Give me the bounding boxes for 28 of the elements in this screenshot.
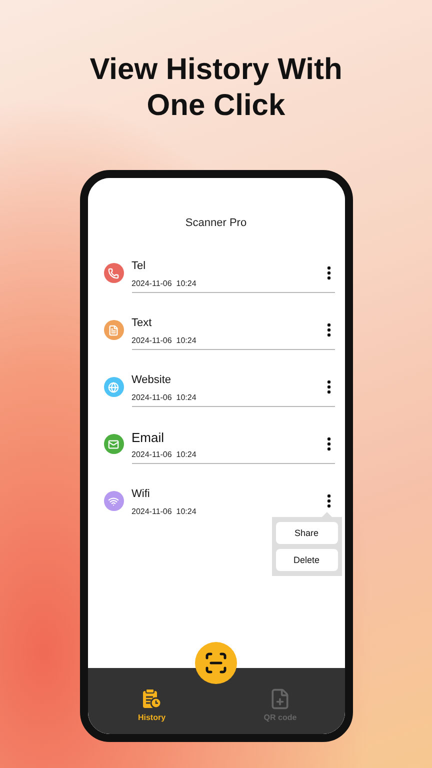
item-date: 2024-11-06 10:24 bbox=[132, 279, 196, 288]
item-title: Tel bbox=[132, 260, 146, 272]
glyph-icon bbox=[108, 324, 119, 336]
scan-icon bbox=[204, 651, 228, 675]
item-date: 2024-11-06 10:24 bbox=[132, 393, 196, 402]
app-title: Scanner Pro bbox=[184, 217, 248, 229]
menu-item[interactable]: Share bbox=[276, 522, 338, 544]
item-title: Website bbox=[132, 374, 172, 386]
item-date: 2024-11-06 10:24 bbox=[132, 336, 196, 345]
menu-item[interactable]: Delete bbox=[276, 549, 338, 571]
more-icon bbox=[326, 323, 330, 337]
more-icon bbox=[326, 266, 330, 280]
item-date: 2024-11-06 10:24 bbox=[132, 507, 196, 516]
glyph-icon bbox=[108, 438, 119, 450]
glyph-icon bbox=[108, 268, 119, 278]
headline: View History With One Click bbox=[88, 52, 344, 124]
item-date: 2024-11-06 10:24 bbox=[132, 450, 196, 459]
glyph-icon bbox=[108, 382, 119, 392]
more-icon bbox=[326, 437, 330, 451]
nav-tab[interactable]: History bbox=[116, 687, 187, 723]
glyph-icon bbox=[108, 496, 119, 506]
more-icon bbox=[326, 380, 330, 394]
file-plus-icon bbox=[269, 688, 292, 710]
item-title: Email bbox=[132, 430, 164, 445]
item-title: Text bbox=[132, 317, 152, 329]
more-icon bbox=[326, 494, 330, 508]
item-title: Wifi bbox=[132, 488, 150, 500]
clipboard-clock-icon bbox=[142, 688, 162, 710]
